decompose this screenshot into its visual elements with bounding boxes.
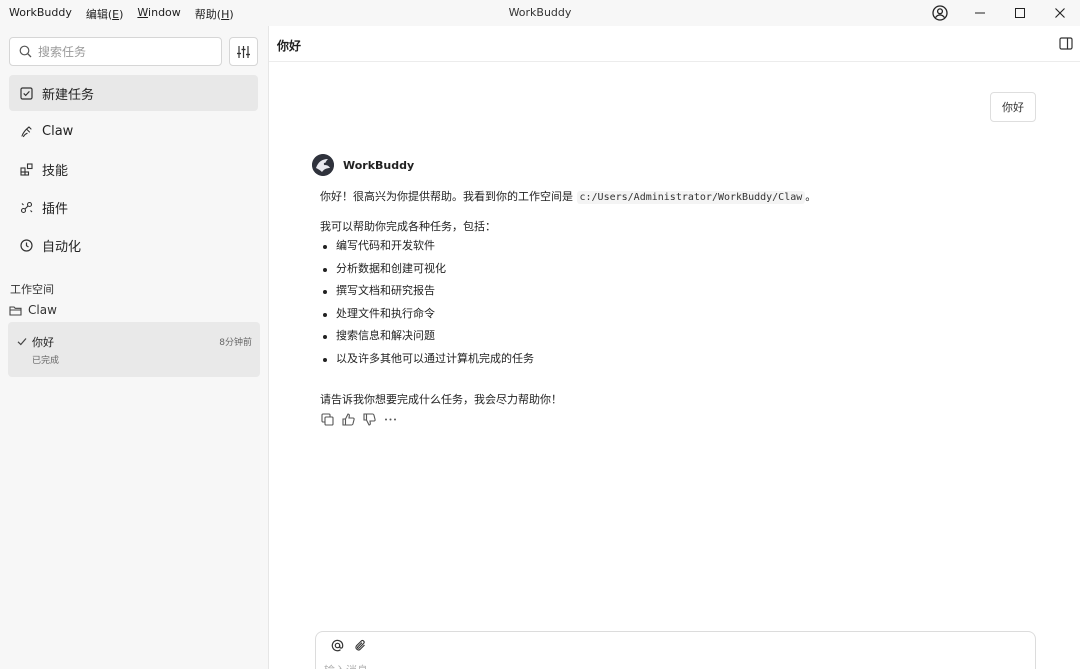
main-panel: 你好 你好 WorkBuddy 你好！很高兴为你提供帮助。我看到你的工作空间是 … [268, 26, 1080, 669]
mention-icon[interactable] [331, 639, 344, 655]
copy-icon[interactable] [321, 413, 334, 426]
workspace-title: 工作空间 [10, 283, 54, 296]
list-item: 搜索信息和解决问题 [320, 329, 1020, 352]
account-icon [932, 5, 948, 21]
sidebar-nav: 新建任务 Claw 技能 插件 自动化 [9, 75, 258, 265]
composer-tools [331, 639, 367, 655]
new-task-icon [19, 86, 33, 100]
panel-toggle-icon[interactable] [1059, 37, 1073, 53]
search-icon [19, 45, 32, 61]
main-header: 你好 [269, 26, 1080, 62]
nav-item-label: 插件 [42, 201, 69, 217]
plugin-icon [19, 200, 33, 214]
thumbs-down-icon[interactable] [363, 413, 376, 426]
list-item: 处理文件和执行命令 [320, 307, 1020, 330]
maximize-button[interactable] [1000, 0, 1040, 26]
folder-icon [9, 305, 22, 316]
message-closing: 请告诉我你想要完成什么任务，我会尽力帮助你！ [320, 393, 562, 406]
nav-item-claw[interactable]: Claw [9, 113, 258, 149]
clock-icon [19, 238, 33, 252]
page-title: 你好 [277, 39, 302, 53]
assistant-message: 你好！很高兴为你提供帮助。我看到你的工作空间是 c:/Users/Adminis… [320, 190, 1020, 422]
minimize-button[interactable] [960, 0, 1000, 26]
nav-item-new-task[interactable]: 新建任务 [9, 75, 258, 111]
list-item: 编写代码和开发软件 [320, 239, 1020, 262]
assistant-header: WorkBuddy [312, 154, 414, 176]
nav-item-label: 自动化 [42, 239, 82, 255]
minimize-icon [975, 12, 985, 14]
more-icon[interactable] [384, 413, 397, 426]
close-icon [1055, 8, 1065, 18]
assistant-name: WorkBuddy [343, 158, 415, 172]
check-icon [17, 335, 27, 349]
capability-list: 编写代码和开发软件 分析数据和创建可视化 撰写文档和研究报告 处理文件和执行命令… [320, 239, 1020, 374]
nav-item-label: 技能 [42, 163, 69, 179]
filter-button[interactable] [229, 37, 258, 66]
message-text: 。 [805, 190, 817, 203]
message-intro: 我可以帮助你完成各种任务，包括： [320, 220, 496, 233]
message-composer [315, 631, 1036, 669]
message-input[interactable] [324, 662, 924, 669]
sidebar: 新建任务 Claw 技能 插件 自动化 工作空间 [0, 26, 268, 669]
account-button[interactable] [920, 0, 960, 26]
search-input[interactable] [38, 44, 218, 60]
claw-icon [19, 124, 33, 138]
maximize-icon [1015, 8, 1025, 18]
task-item[interactable]: 你好 8分钟前 已完成 [8, 322, 260, 377]
thumbs-up-icon[interactable] [342, 413, 355, 426]
list-item: 以及许多其他可以通过计算机完成的任务 [320, 352, 1020, 375]
nav-item-plugins[interactable]: 插件 [9, 189, 258, 225]
window-controls [920, 0, 1080, 26]
window-title: WorkBuddy [508, 6, 572, 19]
title-bar: WorkBuddy 编辑(E) Window 帮助(H) WorkBuddy [0, 0, 1080, 26]
search-box [9, 37, 222, 66]
user-message-bubble: 你好 [990, 92, 1036, 122]
workspace-folder-label: Claw [28, 303, 57, 317]
nav-item-label: 新建任务 [42, 87, 95, 103]
task-time: 8分钟前 [219, 338, 252, 348]
nav-item-automation[interactable]: 自动化 [9, 227, 258, 263]
workspace-folder[interactable]: Claw [9, 303, 57, 317]
workspace-path: c:/Users/Administrator/WorkBuddy/Claw [576, 191, 806, 204]
message-actions [321, 413, 397, 426]
skills-icon [19, 162, 33, 176]
message-paragraph: 你好！很高兴为你提供帮助。我看到你的工作空间是 c:/Users/Adminis… [320, 190, 1020, 205]
sliders-icon [237, 45, 250, 58]
nav-item-skills[interactable]: 技能 [9, 151, 258, 187]
task-status: 已完成 [32, 356, 60, 366]
attachment-icon[interactable] [354, 639, 367, 655]
message-text: 你好！很高兴为你提供帮助。我看到你的工作空间是 [320, 190, 577, 203]
task-name: 你好 [32, 336, 54, 349]
list-item: 撰写文档和研究报告 [320, 284, 1020, 307]
close-window-button[interactable] [1040, 0, 1080, 26]
nav-item-label: Claw [42, 123, 74, 139]
list-item: 分析数据和创建可视化 [320, 262, 1020, 285]
assistant-avatar [312, 154, 334, 176]
